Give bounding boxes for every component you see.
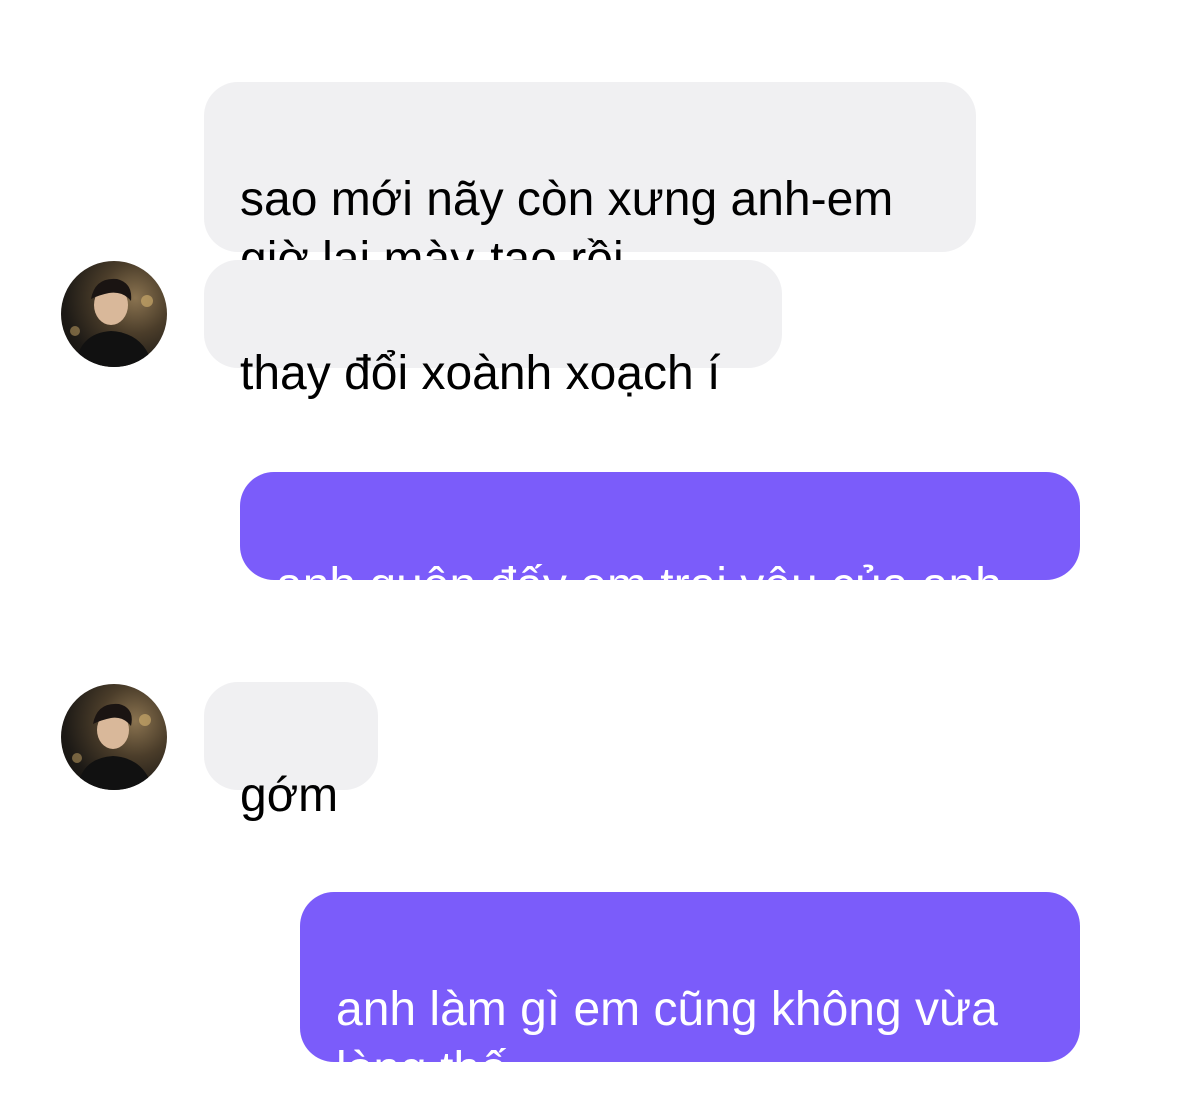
message-text: gớm	[240, 769, 339, 822]
incoming-message-bubble[interactable]: sao mới nãy còn xưng anh-em giờ lại mày-…	[204, 82, 976, 286]
person-photo-icon	[72, 703, 153, 790]
outgoing-message-bubble[interactable]: anh quên đấy em trai yêu của anh	[240, 472, 1080, 612]
incoming-message-bubble[interactable]: gớm	[204, 682, 378, 822]
contact-avatar[interactable]	[61, 684, 167, 790]
incoming-message-bubble[interactable]: thay đổi xoành xoạch í	[204, 260, 782, 400]
message-text: anh làm gì em cũng không vừa lòng thế	[336, 983, 998, 1096]
person-photo-icon	[70, 278, 153, 367]
outgoing-message-bubble[interactable]: anh làm gì em cũng không vừa lòng thế	[300, 892, 1080, 1096]
message-text: anh quên đấy em trai yêu của anh	[276, 559, 1002, 612]
contact-avatar[interactable]	[61, 261, 167, 367]
message-text: thay đổi xoành xoạch í	[240, 347, 721, 400]
